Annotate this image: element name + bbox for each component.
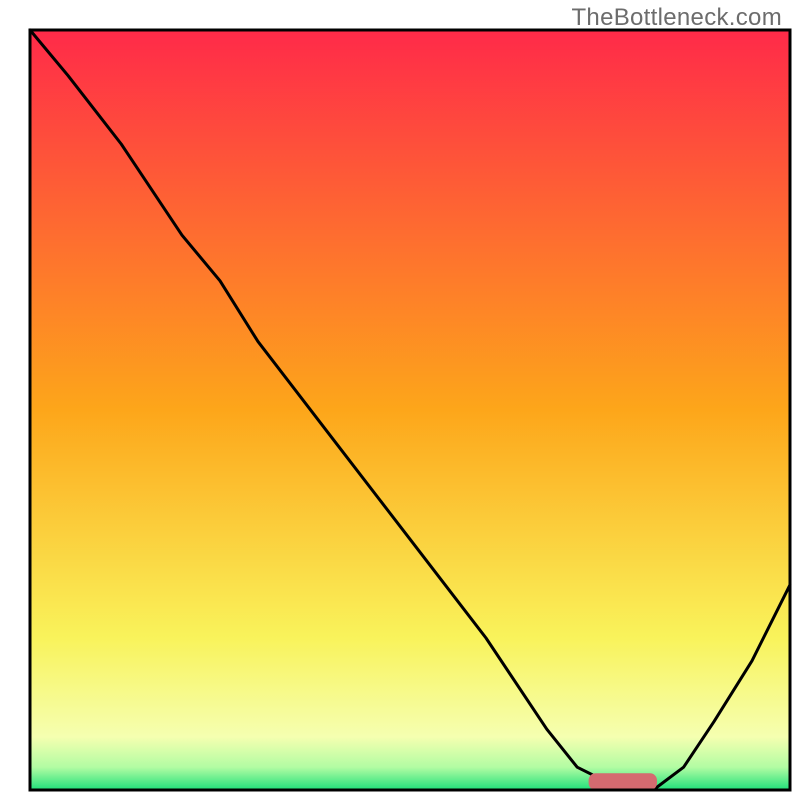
plot-background [30, 30, 790, 790]
plot-area [30, 30, 790, 790]
bottleneck-plot [0, 0, 800, 800]
optimal-zone-marker [589, 773, 657, 790]
watermark-text: TheBottleneck.com [571, 4, 782, 32]
chart-container: TheBottleneck.com [0, 0, 800, 800]
